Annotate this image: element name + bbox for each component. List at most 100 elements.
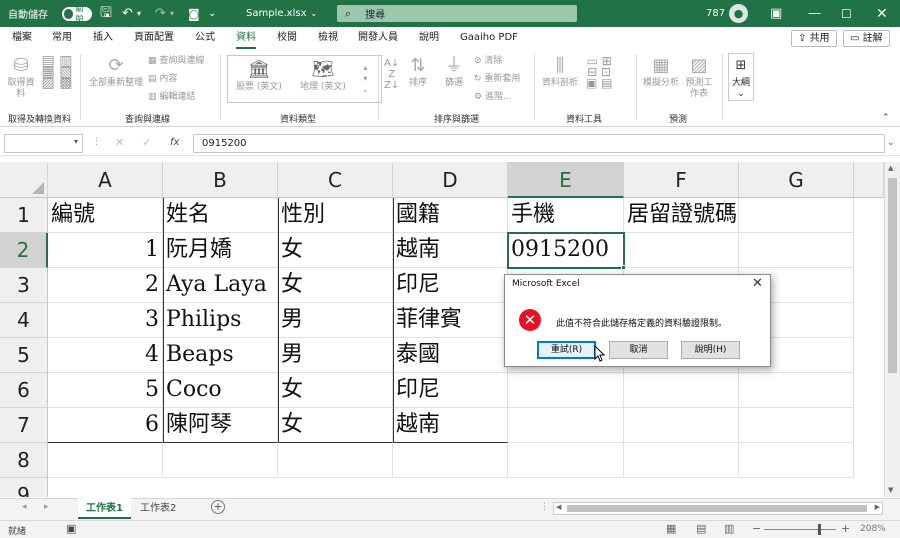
cell-e8[interactable] [508,443,624,478]
geography-button[interactable]: 🗺 地理 (英文) [296,60,350,93]
queries-connections-button[interactable]: ▦ 查詢與連線 [148,56,204,67]
cell-a7[interactable]: 6 [48,408,163,443]
tab-data[interactable]: 資料 [236,27,256,49]
tab-developer[interactable]: 開發人員 [358,27,398,49]
avatar[interactable]: ● [729,4,748,23]
share-button[interactable]: ⇪ 共用 [791,30,837,47]
cell-a2[interactable]: 1 [48,233,163,268]
dialog-close-icon[interactable]: ✕ [752,276,763,291]
save-icon[interactable]: 🖫 [100,0,112,27]
customize-toolbar-icon[interactable]: ⌄ [208,0,216,27]
cell-g2[interactable] [739,233,854,268]
text-csv-icon[interactable]: ▤ ▥ ▦ ▧ ▨ ▩ [40,54,74,90]
filter-button[interactable]: ⏚ 篩選 [440,56,468,89]
scroll-left-icon[interactable]: ◀ [556,503,561,511]
zoom-out-icon[interactable]: − [752,522,761,535]
column-header-f[interactable]: F [624,162,739,198]
macro-record-icon[interactable]: ▣ [66,522,76,535]
select-all-corner[interactable] [0,162,48,198]
cell-a8[interactable] [48,443,163,478]
reapply-button[interactable]: ↻ 重新套用 [474,74,520,85]
cell-d5[interactable]: 泰國 [393,338,508,373]
row-header-1[interactable]: 1 [0,198,48,233]
close-icon[interactable]: ✕ [876,0,888,27]
cell-a5[interactable]: 4 [48,338,163,373]
formula-input[interactable]: 0915200 [193,134,885,153]
cell-a6[interactable]: 5 [48,373,163,408]
tab-home[interactable]: 常用 [52,27,72,49]
text-to-columns-button[interactable]: ⫼ 資料剖析 [540,56,580,89]
cell-c4[interactable]: 男 [278,303,393,338]
tab-gaaiho-pdf[interactable]: Gaaiho PDF [460,27,518,49]
zoom-slider-thumb[interactable] [818,524,821,535]
row-header-3[interactable]: 3 [0,268,48,303]
cancel-entry-icon[interactable]: ✕ [115,136,124,149]
horizontal-scrollbar[interactable]: ◀ ▶ [553,502,883,515]
cell-d4[interactable]: 菲律賓 [393,303,508,338]
zoom-in-icon[interactable]: + [841,522,850,535]
search-box[interactable]: ⌕ 搜尋 [337,5,577,22]
cell-c2[interactable]: 女 [278,233,393,268]
scroll-down-icon[interactable]: ▼ [888,486,893,494]
row-header-2[interactable]: 2 [0,233,48,268]
collapse-ribbon-icon[interactable]: ⌃ [882,113,890,123]
cell-e7[interactable] [508,408,624,443]
cell-a1[interactable]: 編號 [48,198,163,233]
comments-button[interactable]: ▭ 註解 [843,30,890,47]
horizontal-scroll-thumb[interactable] [567,505,867,512]
sheet-tab-2[interactable]: 工作表2 [132,498,184,519]
cell-a4[interactable]: 3 [48,303,163,338]
cell-d3[interactable]: 印尼 [393,268,508,303]
cell-d2[interactable]: 越南 [393,233,508,268]
cell-e1[interactable]: 手機 [508,198,624,233]
cell-b1[interactable]: 姓名 [163,198,278,233]
cell-d6[interactable]: 印尼 [393,373,508,408]
scroll-right-icon[interactable]: ▶ [875,503,880,511]
row-header-8[interactable]: 8 [0,443,48,478]
cell-b3[interactable]: Aya Laya [163,268,278,303]
cell-f6[interactable] [624,373,739,408]
redo-icon[interactable]: ↷ [155,0,166,27]
normal-view-icon[interactable]: ▦ [666,522,676,535]
add-sheet-icon[interactable]: + [211,500,225,514]
page-break-view-icon[interactable]: ▥ [724,522,734,535]
cell-f7[interactable] [624,408,739,443]
expand-formula-bar-icon[interactable]: ⌄ [887,138,895,148]
vertical-scroll-thumb[interactable] [888,178,897,373]
edit-links-button[interactable]: ▥ 編輯連結 [148,92,195,103]
undo-dropdown-icon[interactable]: ▾ [137,0,141,27]
cell-c1[interactable]: 性別 [278,198,393,233]
get-data-button[interactable]: ⛁ 取得資料 [6,56,36,100]
outline-button[interactable]: ⊞ 大綱 ⌄ [728,53,754,101]
refresh-all-button[interactable]: ⟳ 全部重新整理 [86,56,146,89]
cell-f8[interactable] [624,443,739,478]
cell-b8[interactable] [163,443,278,478]
properties-button[interactable]: ▤ 內容 [148,74,177,85]
cell-b5[interactable]: Beaps [163,338,278,373]
tab-file[interactable]: 檔案 [12,27,32,49]
column-header-g[interactable]: G [739,162,854,198]
tab-review[interactable]: 校閱 [277,27,297,49]
tab-formulas[interactable]: 公式 [195,27,215,49]
tab-insert[interactable]: 插入 [93,27,113,49]
minimize-icon[interactable]: — [808,0,821,27]
fill-handle[interactable] [621,265,626,270]
scroll-up-icon[interactable]: ▲ [888,164,893,172]
sheet-tab-1[interactable]: 工作表1 [78,498,131,519]
cell-c5[interactable]: 男 [278,338,393,373]
tab-scroll-left-icon[interactable]: ◂ [22,502,27,512]
zoom-slider-track[interactable] [764,529,836,530]
cell-g1[interactable] [739,198,854,233]
redo-dropdown-icon[interactable]: ▾ [170,0,174,27]
undo-icon[interactable]: ↶ [122,0,133,27]
forecast-sheet-button[interactable]: ▨ 預測工作表 [684,56,714,100]
tab-help[interactable]: 說明 [419,27,439,49]
cell-b6[interactable]: Coco [163,373,278,408]
cell-g6[interactable] [739,373,854,408]
stocks-button[interactable]: 🏛 股票 (英文) [232,60,286,93]
cell-f2[interactable] [624,233,739,268]
column-header-a[interactable]: A [48,162,163,198]
tab-split-grip-icon[interactable]: ⋮ [540,502,549,512]
cell-d8[interactable] [393,443,508,478]
cell-a3[interactable]: 2 [48,268,163,303]
